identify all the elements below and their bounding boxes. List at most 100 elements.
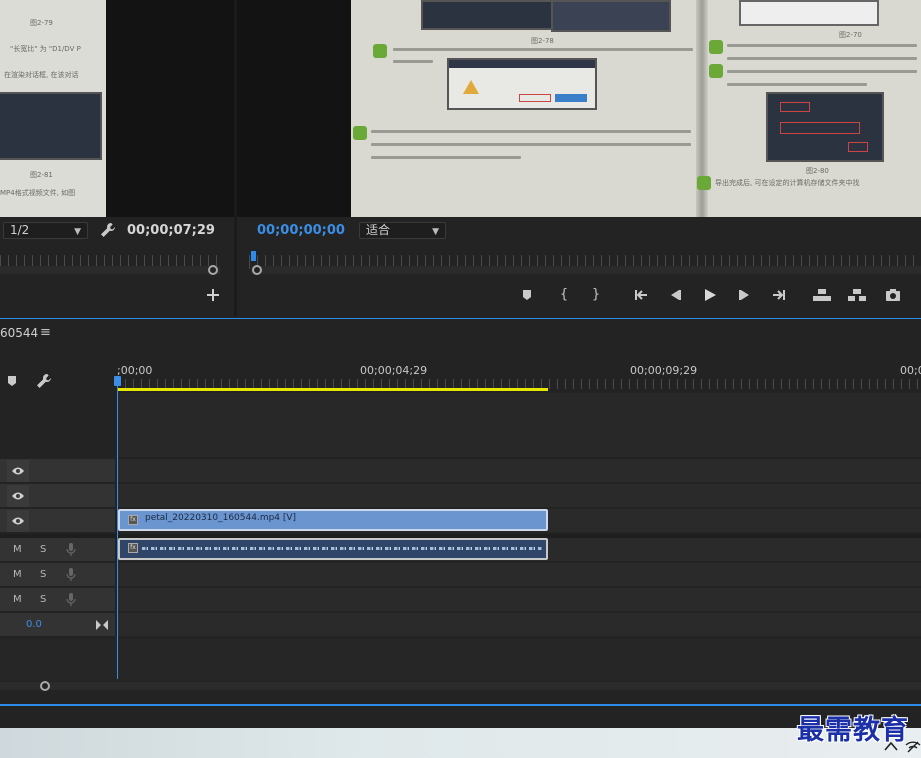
work-area-bar[interactable]	[117, 388, 548, 391]
program-letterbox	[237, 0, 351, 217]
program-scroll-handle[interactable]	[252, 265, 262, 275]
marker-icon[interactable]	[516, 284, 538, 306]
chevron-up-icon[interactable]	[884, 740, 898, 754]
mark-out-icon[interactable]: }	[585, 284, 607, 306]
source-scroll-handle[interactable]	[208, 265, 218, 275]
page-snippet: 在渲染对话框, 在该对话	[4, 71, 79, 79]
go-to-in-icon[interactable]	[630, 284, 652, 306]
page-snippet: MP4格式视频文件, 如图	[0, 189, 76, 197]
ruler-label: ;00;00	[117, 364, 153, 377]
mute-toggle[interactable]: M	[13, 594, 22, 605]
video-track-header	[0, 459, 115, 483]
add-marker-icon[interactable]	[6, 375, 20, 389]
source-letterbox	[106, 0, 234, 217]
video-track[interactable]	[117, 459, 921, 483]
text-line	[727, 57, 917, 60]
source-timecode[interactable]: 00;00;07;29	[127, 223, 215, 238]
page-snippet: 图2-78	[531, 37, 554, 45]
go-to-edge-icon[interactable]	[96, 619, 108, 633]
dialog-image	[447, 58, 597, 110]
mark-in-icon[interactable]: {	[553, 284, 575, 306]
mute-toggle[interactable]: M	[13, 569, 22, 580]
sequence-tab[interactable]: 60544	[0, 326, 38, 340]
microphone-icon[interactable]	[66, 593, 76, 609]
fx-badge: fx	[128, 543, 138, 553]
step-number	[373, 44, 387, 58]
master-volume[interactable]: 0.0	[26, 619, 42, 630]
step-number	[709, 40, 723, 54]
solo-toggle[interactable]: S	[40, 569, 46, 580]
export-dialog-image	[766, 92, 884, 162]
eye-icon[interactable]	[7, 485, 29, 507]
text-line	[371, 130, 691, 133]
page-image	[421, 0, 561, 30]
play-icon[interactable]	[699, 284, 721, 306]
master-track[interactable]	[117, 613, 921, 637]
text-line	[727, 83, 867, 86]
audio-clip[interactable]: fx	[118, 538, 548, 560]
text-line	[371, 156, 521, 159]
resolution-value: 1/2	[10, 223, 30, 237]
fit-select[interactable]: 适合 ▼	[359, 222, 446, 239]
timeline-empty-area[interactable]	[117, 393, 921, 457]
lift-icon[interactable]	[811, 284, 833, 306]
status-area	[0, 706, 921, 728]
audio-waveform	[142, 547, 542, 550]
step-forward-icon[interactable]	[734, 284, 756, 306]
page-image	[551, 0, 671, 32]
desktop-strip	[0, 728, 921, 758]
audio-track-header: M S	[0, 588, 115, 612]
go-to-out-icon[interactable]	[768, 284, 790, 306]
video-clip[interactable]: fx petal_20220310_160544.mp4 [V]	[118, 509, 548, 531]
audio-track-header: M S	[0, 563, 115, 587]
source-scrollbar[interactable]	[0, 266, 220, 274]
page-snippet: 图2-70	[839, 31, 862, 39]
clip-name: petal_20220310_160544.mp4 [V]	[145, 513, 297, 523]
step-number	[697, 176, 711, 190]
timeline-playhead[interactable]	[114, 376, 121, 386]
panel-menu-icon[interactable]: ≡	[40, 325, 51, 340]
timeline-panel: 60544 ≡ ;00;00 00;00;04;29 00;00;09;29 0…	[0, 319, 921, 706]
solo-toggle[interactable]: S	[40, 594, 46, 605]
page-snippet: 导出完成后, 可在设定的计算机存储文件夹中找	[715, 179, 860, 187]
source-video-frame: 图2-79 "长宽比" 为 "D1/DV P 在渲染对话框, 在该对话 图2-8…	[0, 0, 106, 217]
program-monitor: 图2-78 图2-70 图2-80 导出完成后, 可在设定的计算机存储文件夹中找…	[237, 0, 921, 316]
resolution-select[interactable]: 1/2 ▼	[3, 222, 88, 239]
step-back-icon[interactable]	[664, 284, 686, 306]
video-track-header	[0, 509, 115, 533]
eye-icon[interactable]	[7, 460, 29, 482]
microphone-icon[interactable]	[66, 568, 76, 584]
text-line	[393, 60, 433, 63]
timeline-scrollbar[interactable]	[0, 682, 921, 690]
microphone-icon[interactable]	[66, 543, 76, 559]
ruler-label: 00;00;04;29	[360, 364, 428, 377]
program-scrollbar[interactable]	[251, 266, 921, 274]
eye-icon[interactable]	[7, 510, 29, 532]
audio-track[interactable]	[117, 588, 921, 612]
page-snippet: 图2-81	[30, 171, 53, 179]
wrench-icon[interactable]	[100, 222, 118, 240]
text-line	[371, 143, 691, 146]
step-number	[353, 126, 367, 140]
timeline-playhead-line[interactable]	[117, 379, 118, 679]
network-icon[interactable]	[905, 740, 921, 756]
ruler-label: 00;00	[900, 364, 921, 377]
text-line	[727, 70, 917, 73]
export-frame-icon[interactable]	[882, 284, 904, 306]
video-track[interactable]	[117, 484, 921, 508]
plus-icon[interactable]	[206, 288, 220, 302]
wrench-icon[interactable]	[36, 373, 54, 391]
ruler-label: 00;00;09;29	[630, 364, 698, 377]
solo-toggle[interactable]: S	[40, 544, 46, 555]
timeline-scroll-handle[interactable]	[40, 681, 50, 691]
extract-icon[interactable]	[846, 284, 868, 306]
program-playhead[interactable]	[251, 251, 256, 261]
chevron-down-icon: ▼	[74, 227, 81, 237]
program-timecode[interactable]: 00;00;00;00	[257, 223, 345, 238]
page-snippet: 图2-80	[806, 167, 829, 175]
text-line	[727, 44, 917, 47]
audio-track[interactable]	[117, 563, 921, 587]
timeline-empty-bottom[interactable]	[0, 639, 921, 681]
mute-toggle[interactable]: M	[13, 544, 22, 555]
audio-track-header: M S	[0, 538, 115, 562]
